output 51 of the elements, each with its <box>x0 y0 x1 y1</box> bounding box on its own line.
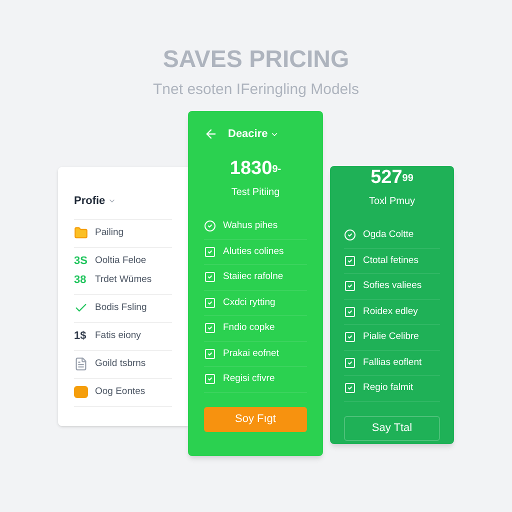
check-icon <box>344 331 356 344</box>
check-icon <box>204 296 216 309</box>
sidebar-item[interactable]: 1$ Fatis eiony <box>74 326 172 346</box>
feature-text: Ogda Coltte <box>363 228 414 242</box>
check-icon <box>344 382 356 394</box>
check-icon <box>344 254 356 267</box>
sidebar-item[interactable]: Pailing <box>74 224 172 242</box>
price: 527 <box>370 166 402 190</box>
feature-text: Wahus pihes <box>223 219 278 234</box>
feature-text: Ctotal fetines <box>363 254 418 268</box>
folder-icon <box>74 226 88 240</box>
feature-text: Cxdci rytting <box>223 296 276 310</box>
price-cents: 99 <box>402 172 414 186</box>
check-icon <box>204 322 216 334</box>
item-mark: 38 <box>74 272 88 288</box>
sidebar-item[interactable]: 38 Trdet Wümes <box>74 270 172 290</box>
check-icon <box>204 220 216 232</box>
check-icon <box>344 306 356 318</box>
feature-text: Sofies valiees <box>363 279 422 294</box>
feature-text: Aluties colines <box>223 244 284 259</box>
check-icon <box>204 373 216 386</box>
check-icon <box>344 229 356 242</box>
item-mark: 1$ <box>74 328 88 344</box>
check-icon <box>344 280 356 292</box>
price: 1830 <box>230 157 272 181</box>
check-icon <box>204 348 216 360</box>
price-cents: 9- <box>272 163 282 177</box>
back-icon[interactable] <box>204 127 218 141</box>
feature-text: Roidex edley <box>363 304 418 319</box>
page-subtitle: Tnet esoten IFeringling Models <box>153 81 359 99</box>
check-icon <box>204 246 216 258</box>
feature-text: Fndio copke <box>223 321 275 336</box>
plan-name: Toxl Pmuy <box>368 195 416 209</box>
sidebar-item[interactable]: Bodis Fsling <box>74 298 172 318</box>
page-title: SAVES PRICING <box>162 45 350 75</box>
document-icon <box>74 357 88 371</box>
check-icon <box>204 271 216 284</box>
check-icon <box>344 356 356 369</box>
feature-text: Regisi cfivre <box>223 372 275 386</box>
sidebar-item[interactable]: Oog Eontes <box>74 382 172 402</box>
feature-text: Fallias eoflent <box>363 356 422 370</box>
sidebar-item[interactable]: Goild tsbrns <box>74 354 172 374</box>
feature-text: Regio falmit <box>363 381 414 396</box>
feature-text: Prakai eofnet <box>223 346 279 361</box>
square-icon <box>74 386 88 398</box>
profile-dropdown[interactable]: Profie <box>74 193 172 220</box>
feature-text: Pialie Celibre <box>363 330 419 344</box>
feature-text: Staiiec rafolne <box>223 270 284 284</box>
sidebar-item[interactable]: 3S Ooltia Feloe <box>74 252 172 270</box>
item-mark: 3S <box>74 254 88 269</box>
plan-name: Test Pitiing <box>231 186 280 200</box>
